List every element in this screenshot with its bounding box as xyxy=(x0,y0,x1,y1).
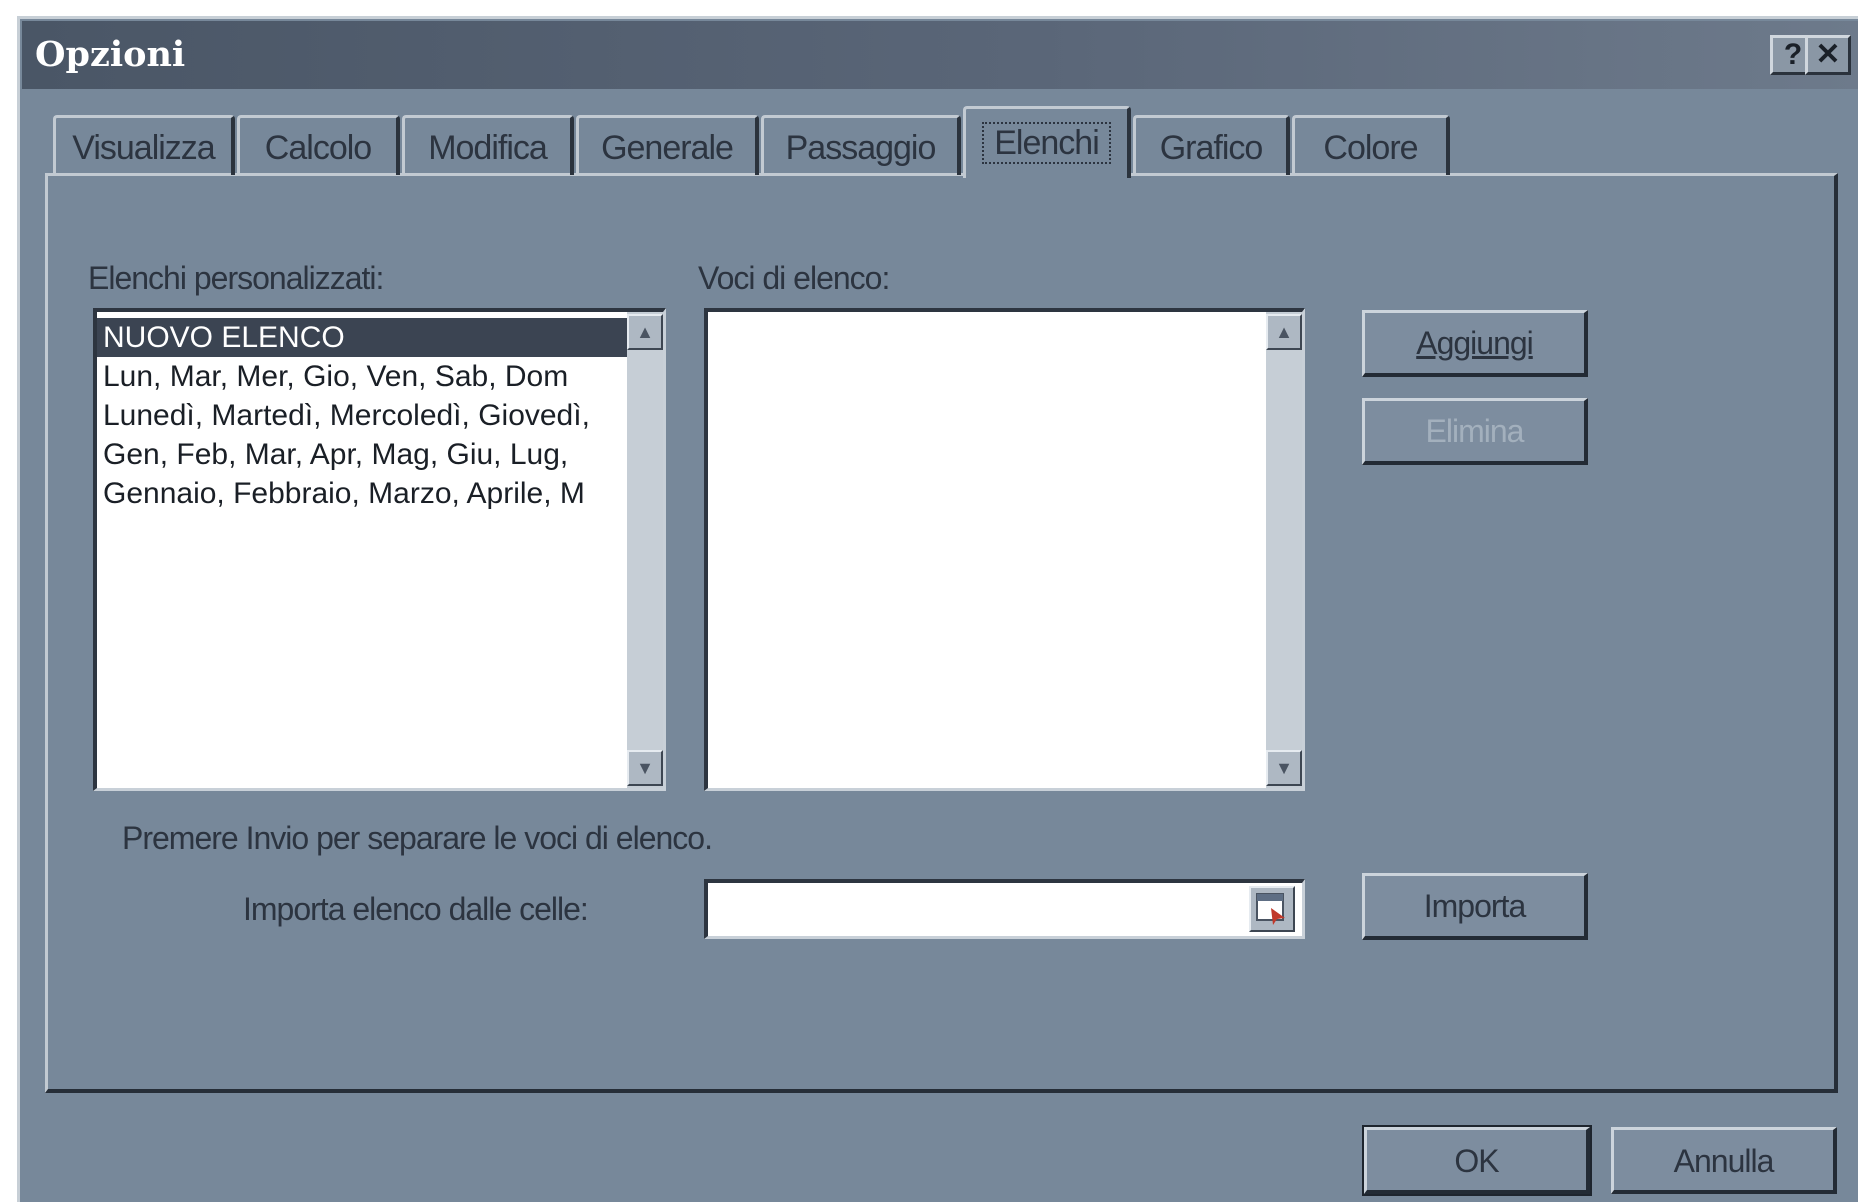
list-entries-label: Voci di elenco: xyxy=(698,260,890,296)
tab-calcolo[interactable]: Calcolo xyxy=(237,115,400,175)
collapse-dialog-icon xyxy=(1256,893,1285,925)
list-entries-scrollbar[interactable] xyxy=(1266,312,1302,788)
scroll-up-icon: ▲ xyxy=(1275,322,1293,342)
list-item[interactable]: NUOVO ELENCO xyxy=(97,318,627,357)
list-item[interactable]: Gennaio, Febbraio, Marzo, Aprile, M xyxy=(97,474,627,513)
scroll-up-icon: ▲ xyxy=(636,322,654,342)
custom-lists-label: Elenchi personalizzati: xyxy=(88,260,384,296)
scroll-down-button[interactable]: ▼ xyxy=(627,750,663,786)
list-entries-textbox[interactable]: ▲ ▼ xyxy=(704,308,1305,791)
scroll-up-button[interactable]: ▲ xyxy=(627,314,663,350)
dialog-title: Opzioni xyxy=(35,34,186,75)
delete-button[interactable]: Elimina xyxy=(1362,398,1588,465)
close-button[interactable]: ✕ xyxy=(1805,35,1851,75)
list-item[interactable]: Lun, Mar, Mer, Gio, Ven, Sab, Dom xyxy=(97,357,627,396)
list-item[interactable]: Lunedì, Martedì, Mercoledì, Giovedì, xyxy=(97,396,627,435)
list-item[interactable]: Gen, Feb, Mar, Apr, Mag, Giu, Lug, xyxy=(97,435,627,474)
import-button[interactable]: Importa xyxy=(1362,873,1588,940)
custom-lists-listbox[interactable]: NUOVO ELENCO Lun, Mar, Mer, Gio, Ven, Sa… xyxy=(93,308,666,791)
import-range-input[interactable] xyxy=(704,879,1305,939)
tab-modifica[interactable]: Modifica xyxy=(402,115,574,175)
cancel-button[interactable]: Annulla xyxy=(1611,1127,1837,1194)
scroll-up-button[interactable]: ▲ xyxy=(1266,314,1302,350)
close-icon: ✕ xyxy=(1815,38,1841,71)
tab-grafico[interactable]: Grafico xyxy=(1133,115,1290,175)
ok-button[interactable]: OK xyxy=(1362,1125,1592,1196)
hint-text: Premere Invio per separare le voci di el… xyxy=(122,820,713,856)
help-icon: ? xyxy=(1783,38,1803,71)
tab-visualizza[interactable]: Visualizza xyxy=(53,115,235,175)
tab-generale[interactable]: Generale xyxy=(576,115,759,175)
tab-elenchi[interactable]: Elenchi xyxy=(963,106,1131,178)
scroll-down-button[interactable]: ▼ xyxy=(1266,750,1302,786)
tab-passaggio[interactable]: Passaggio xyxy=(761,115,961,175)
import-field-label: Importa elenco dalle celle: xyxy=(243,891,589,927)
scroll-down-icon: ▼ xyxy=(636,758,654,778)
add-button[interactable]: Aggiungi xyxy=(1362,310,1588,377)
scroll-down-icon: ▼ xyxy=(1275,758,1293,778)
range-picker-button[interactable] xyxy=(1249,886,1295,932)
tab-colore[interactable]: Colore xyxy=(1292,115,1450,175)
title-bar[interactable] xyxy=(22,21,1858,89)
screen: Opzioni ? ✕ Visualizza Calcolo Modifica … xyxy=(0,0,1858,1202)
custom-lists-scrollbar[interactable] xyxy=(627,312,663,788)
